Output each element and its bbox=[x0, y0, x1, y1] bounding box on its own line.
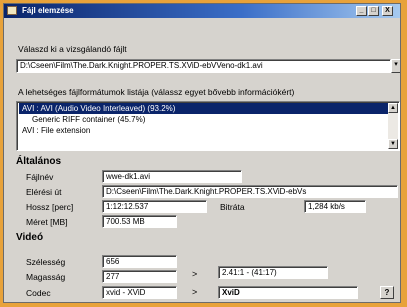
size-field[interactable]: 700.53 MB bbox=[102, 215, 177, 228]
listbox-scrollbar[interactable]: ▲ ▼ bbox=[388, 103, 398, 149]
path-label: Elérési út bbox=[26, 187, 62, 197]
codec-field[interactable]: xvid - XViD bbox=[102, 286, 177, 299]
height-field[interactable]: 277 bbox=[102, 270, 177, 283]
length-label: Hossz [perc] bbox=[26, 202, 74, 212]
format-list-label: A lehetséges fájlformátumok listája (vál… bbox=[18, 87, 295, 97]
filename-label: Fájlnév bbox=[26, 172, 54, 182]
scroll-up-arrow-icon[interactable]: ▲ bbox=[388, 103, 398, 113]
codec-arrow: > bbox=[192, 287, 198, 297]
list-item[interactable]: Generic RIFF container (45.7%) bbox=[29, 114, 145, 125]
video-heading: Videó bbox=[16, 232, 44, 243]
bitrate-field[interactable]: 1,284 kb/s bbox=[304, 200, 366, 213]
combo-dropdown-button[interactable]: ▾ bbox=[391, 59, 400, 73]
close-button[interactable]: X bbox=[382, 6, 393, 16]
scroll-down-arrow-icon[interactable]: ▼ bbox=[388, 139, 398, 149]
bitrate-label: Bitráta bbox=[220, 202, 245, 212]
width-field[interactable]: 656 bbox=[102, 255, 177, 268]
list-item[interactable]: AVI : AVI (Audio Video Interleaved) (93.… bbox=[19, 103, 394, 114]
general-heading: Általános bbox=[16, 156, 62, 167]
file-select-label: Válaszd ki a vizsgálandó fájlt bbox=[18, 44, 127, 54]
window-title: Fájl elemzése bbox=[22, 6, 74, 15]
help-button[interactable]: ? bbox=[380, 286, 394, 299]
format-listbox[interactable]: AVI : AVI (Audio Video Interleaved) (93.… bbox=[16, 101, 400, 151]
length-field[interactable]: 1:12:12.537 bbox=[102, 200, 207, 213]
app-icon bbox=[7, 6, 17, 15]
path-field[interactable]: D:\Cseen\Film\The.Dark.Knight.PROPER.TS.… bbox=[102, 185, 398, 198]
analyze-window: Fájl elemzése _ □ X Válaszd ki a vizsgál… bbox=[3, 3, 401, 303]
title-bar[interactable]: Fájl elemzése _ □ X bbox=[4, 4, 400, 18]
restore-button[interactable]: □ bbox=[368, 6, 379, 16]
width-label: Szélesség bbox=[26, 257, 66, 267]
codec-name-field[interactable]: XviD bbox=[218, 286, 358, 299]
size-label: Méret [MB] bbox=[26, 217, 68, 227]
minimize-button[interactable]: _ bbox=[356, 6, 367, 16]
filename-field[interactable]: wwe-dk1.avi bbox=[102, 170, 242, 183]
aspect-ratio-field[interactable]: 2.41:1 - (41:17) bbox=[218, 266, 328, 279]
file-path-combo[interactable]: D:\Cseen\Film\The.Dark.Knight.PROPER.TS.… bbox=[16, 59, 391, 73]
height-label: Magasság bbox=[26, 272, 66, 282]
list-item[interactable]: AVI : File extension bbox=[19, 125, 90, 136]
codec-label: Codec bbox=[26, 288, 51, 298]
ratio-arrow: > bbox=[192, 269, 198, 279]
